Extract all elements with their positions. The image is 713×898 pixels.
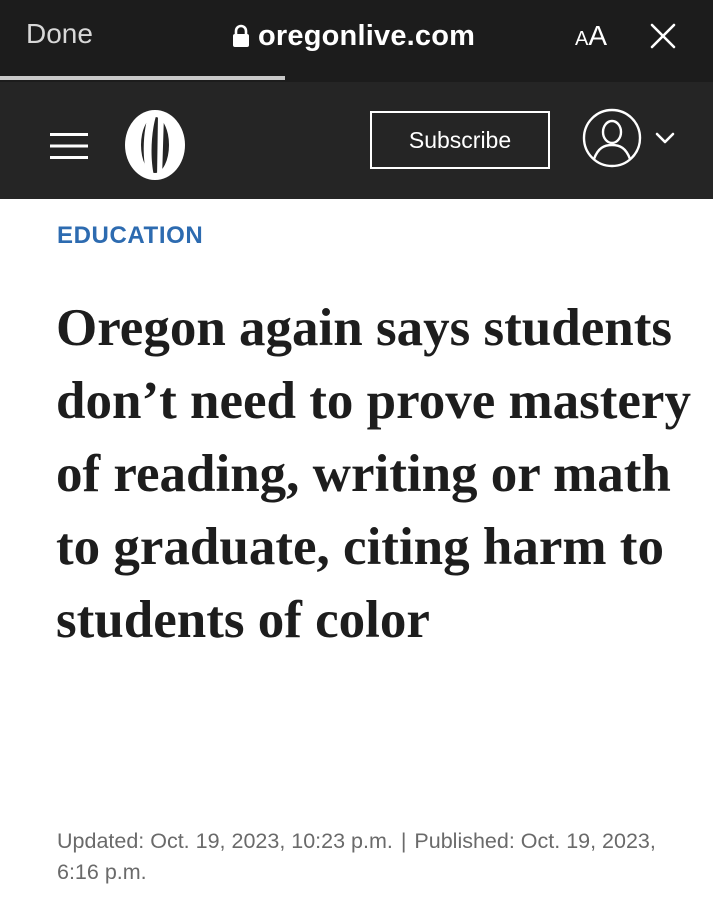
text-size-big-glyph: A bbox=[588, 20, 608, 51]
section-label[interactable]: EDUCATION bbox=[57, 222, 203, 250]
close-icon[interactable] bbox=[649, 22, 677, 50]
lock-icon bbox=[233, 24, 249, 47]
done-button[interactable]: Done bbox=[26, 18, 93, 50]
page-load-progress-bar bbox=[0, 76, 286, 80]
text-size-small-glyph: A bbox=[575, 28, 589, 50]
address-bar[interactable]: oregonlive.com bbox=[232, 17, 475, 55]
updated-timestamp: Updated: Oct. 19, 2023, 10:23 p.m. bbox=[57, 829, 393, 853]
article-headline: Oregon again says students don’t need to… bbox=[56, 299, 691, 649]
subscribe-button[interactable]: Subscribe bbox=[370, 111, 550, 169]
text-size-button[interactable]: A A bbox=[575, 20, 607, 52]
chevron-down-icon bbox=[655, 132, 675, 144]
account-menu-button[interactable] bbox=[582, 106, 682, 170]
browser-toolbar: Done oregonlive.com A A bbox=[0, 0, 713, 82]
oregonian-o-logo-icon[interactable] bbox=[118, 108, 192, 182]
hamburger-menu-icon[interactable] bbox=[50, 132, 88, 160]
site-header: Subscribe bbox=[0, 82, 713, 199]
article-timestamps: Updated: Oct. 19, 2023, 10:23 p.m. | Pub… bbox=[57, 826, 677, 888]
timestamp-separator: | bbox=[400, 829, 407, 853]
url-text: oregonlive.com bbox=[258, 19, 476, 52]
user-account-icon bbox=[582, 108, 675, 168]
